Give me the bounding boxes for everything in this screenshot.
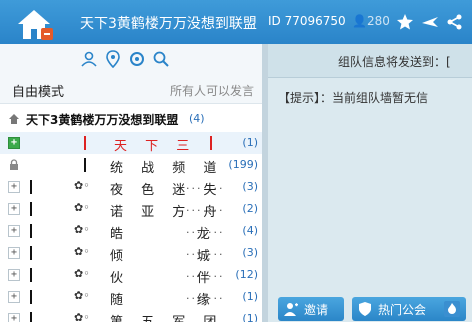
channel-name: 天下3黄鹤楼万万没想到联盟: [26, 113, 179, 127]
channel-count: (4): [189, 112, 205, 125]
sub-channel-count: (199): [228, 158, 258, 171]
airplane-icon[interactable]: [421, 13, 439, 31]
home-icon: [9, 114, 19, 124]
flower-icon: ✿◦: [74, 245, 90, 258]
list-item[interactable]: + ✿◦ 伙 伴 ... ... (12): [0, 264, 262, 286]
expand-icon[interactable]: +: [8, 313, 20, 322]
flower-icon: ✿◦: [74, 223, 90, 236]
bottom-bar: 邀请 热门公会: [268, 292, 472, 322]
flower-icon: ✿◦: [74, 179, 90, 192]
expand-icon[interactable]: +: [8, 203, 20, 215]
expand-icon[interactable]: +: [8, 269, 20, 281]
rank-bar: [30, 290, 32, 304]
flower-icon: ✿◦: [74, 311, 90, 322]
expand-icon[interactable]: +: [8, 247, 20, 259]
invite-icon: [284, 303, 298, 316]
send-target-bar: 组队信息将发送到：[: [268, 44, 472, 78]
sub-channel-count: (2): [242, 202, 258, 215]
hot-badge-icon: [444, 301, 460, 317]
expand-icon[interactable]: +: [8, 291, 20, 303]
mode-label[interactable]: 自由模式: [12, 81, 64, 100]
send-target-label: 组队信息将发送到：[: [338, 55, 451, 69]
title-bar: 天下3黄鹤楼万万没想到联盟 ID 77096750 👤280: [0, 0, 472, 44]
expand-icon[interactable]: +: [8, 181, 20, 193]
dots: ... ...: [186, 179, 225, 192]
team-panel: 组队信息将发送到：[ 【提示】：当前组队墙暂无信 邀请 热门公会: [268, 44, 472, 322]
dots: ... ...: [186, 223, 225, 236]
sub-channel-name: 第 五 军 团: [110, 311, 223, 322]
sub-channel-count: (12): [235, 268, 258, 281]
sub-channel-count: (1): [242, 136, 258, 149]
rank-bar: [30, 224, 32, 238]
list-item[interactable]: + ✿◦ 倾 城 ... ... (3): [0, 242, 262, 264]
list-item[interactable]: + 天 下 三 (1): [0, 132, 262, 154]
page-title: 天下3黄鹤楼万万没想到联盟: [80, 16, 257, 32]
rank-bar: [30, 202, 32, 216]
list-item[interactable]: + ✿◦ 夜 色 迷 失 ... ... (3): [0, 176, 262, 198]
hot-guild-button[interactable]: 热门公会: [352, 297, 466, 321]
rank-bar: [30, 180, 32, 194]
sub-channel-count: (4): [242, 224, 258, 237]
dots: ... ...: [186, 289, 225, 302]
sub-channel-count: (1): [242, 290, 258, 303]
sub-channel-name: 天 下 三: [114, 139, 197, 154]
mode-row: 自由模式 所有人可以发言: [0, 74, 262, 104]
search-icon[interactable]: [152, 50, 170, 68]
list-item[interactable]: + ✿◦ 诺 亚 方 舟 ... ... (2): [0, 198, 262, 220]
sub-channel-count: (3): [242, 180, 258, 193]
flower-icon: ✿◦: [74, 201, 90, 214]
member-icon[interactable]: [80, 50, 98, 68]
house-logo-icon: [18, 10, 53, 40]
list-item[interactable]: 统 战 频 道 (199): [0, 154, 262, 176]
rank-bar: [30, 268, 32, 282]
list-item[interactable]: + ✿◦ 第 五 军 团 (1): [0, 308, 262, 322]
list-item[interactable]: + ✿◦ 随 缘 ... ... (1): [0, 286, 262, 308]
rank-bar: [84, 136, 86, 150]
star-icon[interactable]: [396, 13, 414, 31]
expand-icon[interactable]: +: [8, 225, 20, 237]
flower-icon: ✿◦: [74, 267, 90, 280]
dots: ... ...: [186, 201, 225, 214]
rank-bar: [84, 158, 86, 172]
settings-icon[interactable]: [128, 50, 146, 68]
channel-id: ID 77096750: [268, 14, 346, 28]
channel-panel: 自由模式 所有人可以发言 天下3黄鹤楼万万没想到联盟 (4) + 天 下 三 (…: [0, 44, 262, 322]
sub-channel-count: (3): [242, 246, 258, 259]
invite-button[interactable]: 邀请: [278, 297, 344, 321]
list-item[interactable]: + ✿◦ 皓 龙 ... ... (4): [0, 220, 262, 242]
dots: ... ...: [186, 267, 225, 280]
lock-icon: [10, 159, 18, 170]
tip-text: 【提示】：当前组队墙暂无信: [278, 91, 429, 105]
flower-icon: ✿◦: [74, 289, 90, 302]
sub-channel-count: (1): [242, 312, 258, 322]
location-pin-icon[interactable]: [104, 50, 122, 68]
rank-bar: [30, 312, 32, 322]
channel-root[interactable]: 天下3黄鹤楼万万没想到联盟 (4): [0, 108, 262, 130]
share-icon[interactable]: [446, 13, 464, 31]
collapse-icon[interactable]: +: [8, 137, 20, 149]
shield-icon: [359, 302, 371, 316]
sub-channel-name: 统 战 频 道: [110, 161, 224, 176]
speak-permission-label: 所有人可以发言: [169, 84, 254, 98]
channel-toolbar: [0, 44, 262, 74]
dots: ... ...: [186, 245, 225, 258]
online-count: 👤280: [352, 14, 390, 28]
rank-bar: [30, 246, 32, 260]
rank-bar: [210, 136, 212, 150]
user-icon: 👤: [352, 14, 367, 28]
